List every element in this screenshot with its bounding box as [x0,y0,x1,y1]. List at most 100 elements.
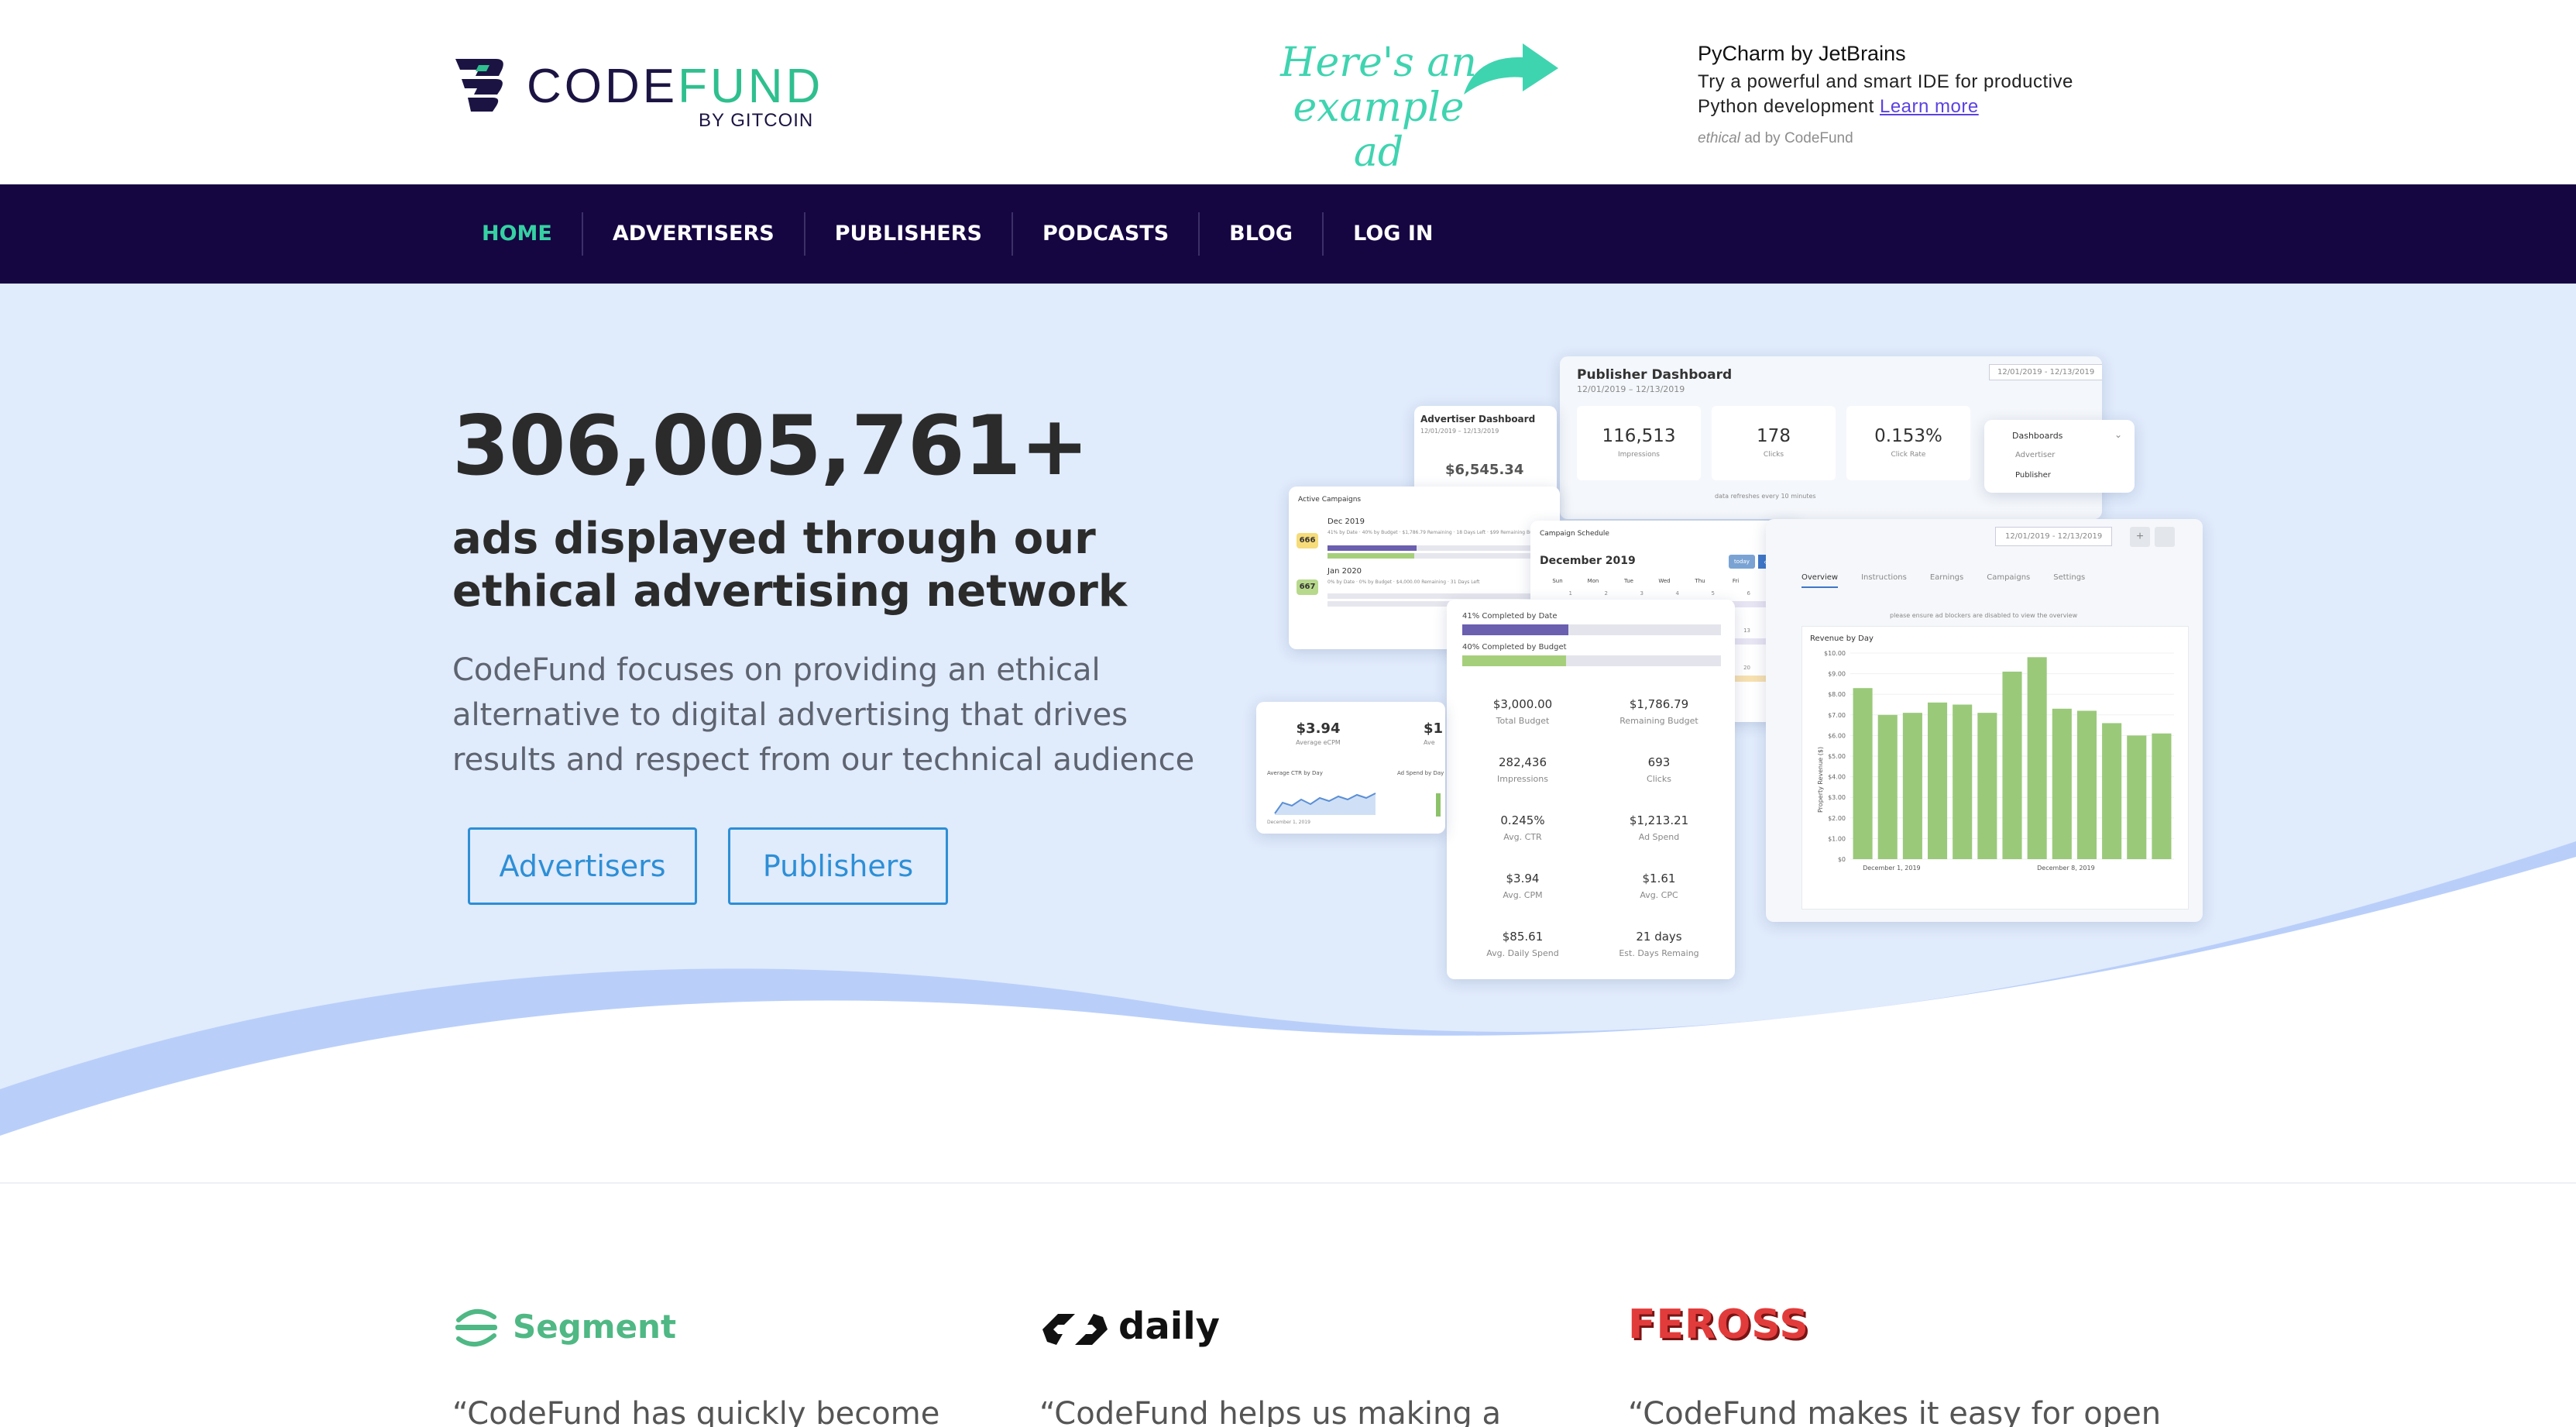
budget-progress-label: 41% Completed by Date [1462,612,1558,621]
publisher-dashboard-dates: 12/01/2019 – 12/13/2019 [1577,384,1685,394]
calendar-day-header: Tue [1624,578,1633,584]
revenue-by-day-chart: Revenue by Day Property Revenue ($) $10.00… [1810,634,2174,872]
revenue-chart-x-label: December 8, 2019 [2037,865,2095,872]
calendar-date: 3 [1640,590,1643,597]
nav-item-podcasts[interactable]: PODCASTS [1011,212,1198,256]
copy-icon[interactable] [2155,527,2175,547]
revenue-bar [1977,713,1997,859]
budget-stat-label: Impressions [1497,774,1548,784]
revenue-bar [2152,733,2172,859]
revenue-chart-panel: Revenue by Day Property Revenue ($) $10.00… [1801,626,2189,909]
ecpm-partial-label: Ave [1424,739,1435,746]
dashboards-menu-header[interactable]: Dashboards [2012,431,2063,441]
budget-stat-label: Avg. Daily Spend [1486,948,1559,958]
budget-card: 41% Completed by Date 40% Completed by Bu… [1447,600,1735,979]
arrow-right-icon [1464,43,1558,95]
nav-items: HOME ADVERTISERS PUBLISHERS PODCASTS BLOG LOG… [452,184,1463,284]
publishers-button[interactable]: Publishers [728,827,948,905]
campaign-month-dec[interactable]: Dec 2019 [1327,518,1365,526]
budget-stat-value: 693 [1647,755,1671,769]
calendar-date: 5 [1711,590,1715,597]
tab-overview[interactable]: Overview [1801,573,1839,588]
tab-earnings[interactable]: Earnings [1930,573,1963,588]
publisher-date-picker[interactable]: 12/01/2019 - 12/13/2019 [1989,364,2102,380]
schedule-today-button[interactable]: today [1729,555,1755,569]
budget-progress-label: 40% Completed by Budget [1462,643,1567,652]
budget-progress-fill [1462,624,1568,635]
advertiser-dashboard-title: Advertiser Dashboard [1420,414,1536,425]
ctr-chart-title: Average CTR by Day [1267,770,1323,776]
calendar-day-header: Sun [1552,578,1563,584]
menu-item-publisher[interactable]: Publisher [2015,471,2051,480]
ethical-ad: PyCharm by JetBrains Try a powerful and … [1698,40,2131,147]
dashboards-menu: Dashboards ⌄ Advertiser Publisher [1984,420,2135,493]
section-divider [0,1182,2576,1184]
ecpm-value: $3.94 [1296,720,1341,737]
codefund-logo[interactable]: CODEFUND BY GITCOIN [452,54,820,132]
ad-attribution[interactable]: ethical ad by CodeFund [1698,130,2131,147]
budget-stat-label: Total Budget [1496,716,1550,726]
revenue-chart-y-tick: $8.00 [1828,691,1846,698]
budget-stat-value: $3.94 [1506,872,1540,885]
tab-campaigns[interactable]: Campaigns [1987,573,2030,588]
ctr-chart-x-start: December 1, 2019 [1267,820,1310,825]
campaign-bar-dec-date [1327,545,1544,551]
hero-description: CodeFund focuses on providing an ethical… [452,652,1195,778]
menu-item-advertiser[interactable]: Advertiser [2015,451,2055,459]
tab-instructions[interactable]: Instructions [1861,573,1907,588]
schedule-month: December 2019 [1540,555,1636,567]
revenue-chart-y-tick: $7.00 [1828,712,1846,719]
daily-icon [1042,1314,1108,1345]
codefund-logo-icon [455,59,503,112]
budget-progress-bar [1462,655,1721,666]
ad-title[interactable]: PyCharm by JetBrains [1698,40,2131,67]
revenue-chart-ylabel: Property Revenue ($) [1817,747,1824,813]
calendar-date: 2 [1604,590,1608,597]
ctr-by-day-chart [1274,793,1376,815]
budget-stat-label: Avg. CPM [1503,890,1543,900]
daily-wordmark: daily [1118,1305,1220,1348]
adblock-notice: please ensure ad blockers are disabled t… [1890,612,2078,619]
add-icon[interactable]: + [2130,527,2150,547]
campaign-detail-dec: 41% by Date · 40% by Budget · $1,786.79 … [1327,530,1544,535]
revenue-date-picker[interactable]: 12/01/2019 - 12/13/2019 [1995,527,2113,546]
schedule-title: Campaign Schedule [1540,530,1609,538]
revenue-chart-y-tick: $0 [1838,856,1846,863]
revenue-bar [1953,704,1973,859]
budget-progress-bar [1462,624,1721,635]
hero-section: 306,005,761+ ads displayed through our e… [0,284,2576,1182]
budget-stat-value: $85.61 [1502,930,1544,944]
nav-item-publishers[interactable]: PUBLISHERS [803,212,1012,256]
example-ad-callout: Here's an example ad [1270,40,1564,175]
nav-item-advertisers[interactable]: ADVERTISERS [581,212,804,256]
refresh-note: data refreshes every 10 minutes [1715,493,1816,500]
nav-item-blog[interactable]: BLOG [1198,212,1322,256]
budget-stat-value: $1.61 [1642,872,1676,885]
campaign-bar-dec-budget [1327,553,1544,559]
segment-quote: “CodeFund has quickly become [452,1396,940,1427]
calendar-day-header: Wed [1658,578,1671,584]
feross-quote: “CodeFund makes it easy for open [1628,1396,2162,1427]
revenue-bar [1877,714,1898,859]
budget-stat-label: Avg. CTR [1503,832,1542,842]
tab-settings[interactable]: Settings [2053,573,2085,588]
revenue-chart-y-tick: $10.00 [1824,650,1846,657]
example-ad-text: Here's an example ad [1280,40,1477,176]
budget-stat-value: 282,436 [1498,755,1547,769]
budget-stat-label: Est. Days Remaing [1619,948,1699,958]
calendar-date: 4 [1675,590,1679,597]
daily-quote: “CodeFund helps us making a [1039,1396,1501,1427]
clicks-stat: 178 Clicks [1712,406,1836,480]
site-header: CODEFUND BY GITCOIN Here's an example ad… [0,0,2576,184]
feross-logo[interactable]: FEROSS [1628,1301,1809,1348]
nav-item-log-in[interactable]: LOG IN [1322,212,1462,256]
campaign-month-jan[interactable]: Jan 2020 [1327,567,1362,576]
ecpm-label: Average eCPM [1296,739,1341,746]
revenue-chart-y-tick: $1.00 [1828,835,1846,842]
campaign-badge-666: 666 [1297,533,1318,548]
nav-item-home[interactable]: HOME [452,212,582,256]
revenue-bar [1927,702,1948,859]
ad-learn-more-link[interactable]: Learn more [1880,96,1979,117]
advertisers-button[interactable]: Advertisers [468,827,697,905]
revenue-bar [2052,708,2072,859]
